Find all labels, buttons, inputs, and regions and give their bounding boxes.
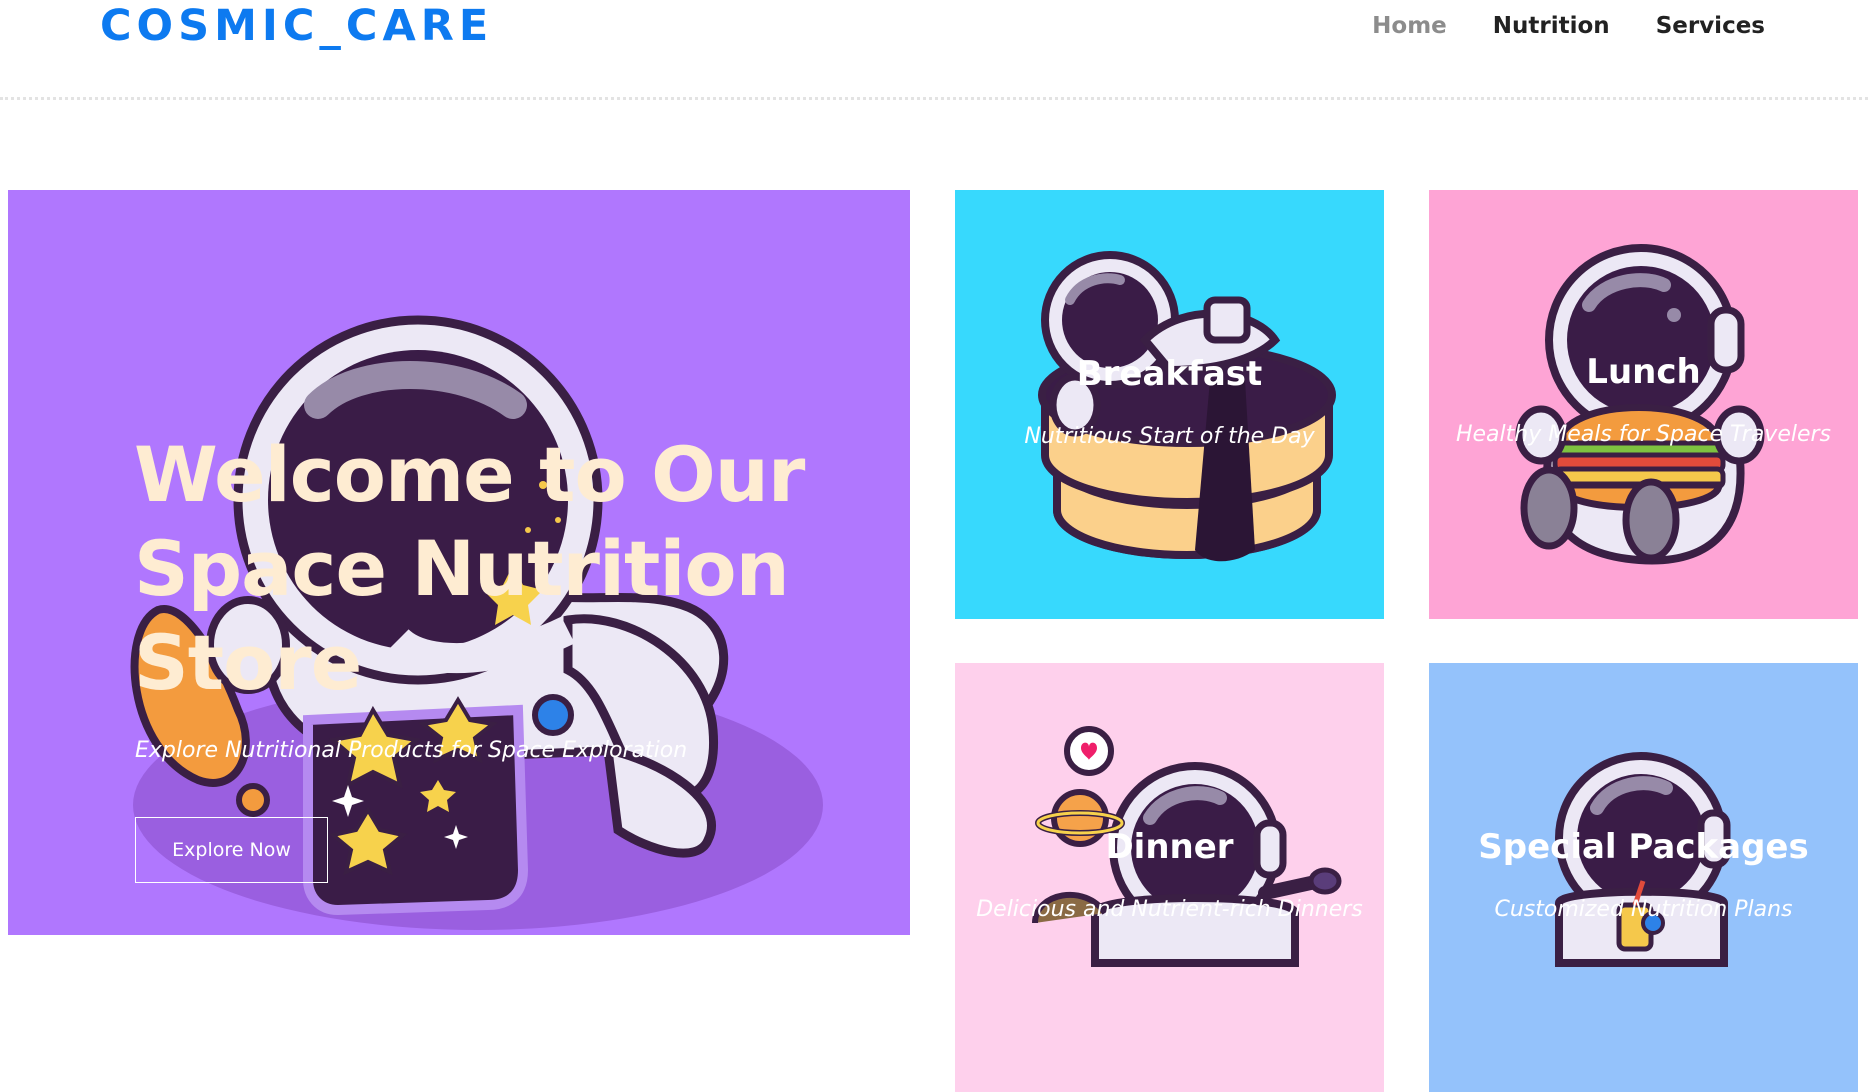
main-nav: Home Nutrition Services [1372, 10, 1765, 42]
card-title: Breakfast [1076, 354, 1263, 394]
hero-subtitle: Explore Nutritional Products for Space E… [135, 738, 688, 763]
astronaut-drink-icon [1555, 752, 1731, 967]
nav-nutrition[interactable]: Nutrition [1493, 10, 1610, 42]
card-title: Dinner [1105, 827, 1234, 867]
explore-now-button[interactable]: Explore Now [135, 817, 328, 883]
card-subtitle: Healthy Meals for Space Travelers [1455, 422, 1832, 447]
card-subtitle: Delicious and Nutrient-rich Dinners [976, 897, 1363, 922]
site-logo[interactable]: COSMIC_CARE [100, 2, 493, 50]
card-subtitle: Customized Nutrition Plans [1494, 897, 1793, 922]
card-title: Special Packages [1478, 827, 1809, 867]
hero-title: Welcome to Our Space Nutrition Store [134, 430, 805, 707]
header-divider [0, 97, 1868, 100]
hero-section: Welcome to Our Space Nutrition Store Exp… [8, 190, 910, 935]
nav-services[interactable]: Services [1656, 10, 1765, 42]
card-title: Lunch [1586, 352, 1701, 392]
astronaut-planet-icon [1032, 726, 1342, 967]
site-header: COSMIC_CARE Home Nutrition Services [0, 0, 1868, 100]
card-dinner[interactable]: Dinner Delicious and Nutrient-rich Dinne… [955, 663, 1384, 1092]
card-subtitle: Nutritious Start of the Day [1024, 424, 1315, 449]
card-breakfast[interactable]: Breakfast Nutritious Start of the Day [955, 190, 1384, 619]
astronaut-pancake-icon [1038, 251, 1336, 562]
card-lunch[interactable]: Lunch Healthy Meals for Space Travelers [1429, 190, 1858, 619]
nav-home[interactable]: Home [1372, 10, 1447, 42]
card-special-packages[interactable]: Special Packages Customized Nutrition Pl… [1429, 663, 1858, 1092]
astronaut-burger-icon [1515, 244, 1765, 565]
